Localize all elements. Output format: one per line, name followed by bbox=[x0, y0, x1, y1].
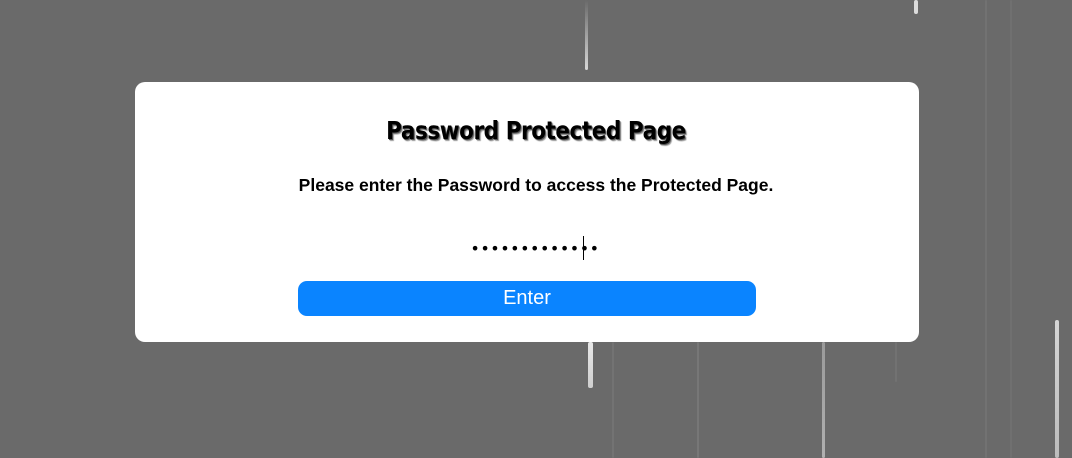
text-cursor bbox=[583, 236, 584, 260]
password-field-wrapper bbox=[435, 234, 635, 262]
background-streak bbox=[895, 342, 897, 382]
password-input[interactable] bbox=[435, 234, 635, 262]
background-streak bbox=[697, 342, 699, 458]
background-streak bbox=[914, 0, 918, 14]
background-streak bbox=[588, 342, 593, 388]
background-streak bbox=[985, 0, 987, 458]
background-streak bbox=[585, 0, 588, 70]
enter-button[interactable]: Enter bbox=[298, 281, 756, 316]
background-streak bbox=[1010, 0, 1012, 458]
password-prompt: Please enter the Password to access the … bbox=[298, 175, 774, 195]
background-streak bbox=[822, 342, 825, 458]
page-title: Password Protected Page bbox=[386, 116, 686, 145]
background-streak bbox=[1055, 320, 1059, 458]
background-streak bbox=[612, 342, 614, 458]
